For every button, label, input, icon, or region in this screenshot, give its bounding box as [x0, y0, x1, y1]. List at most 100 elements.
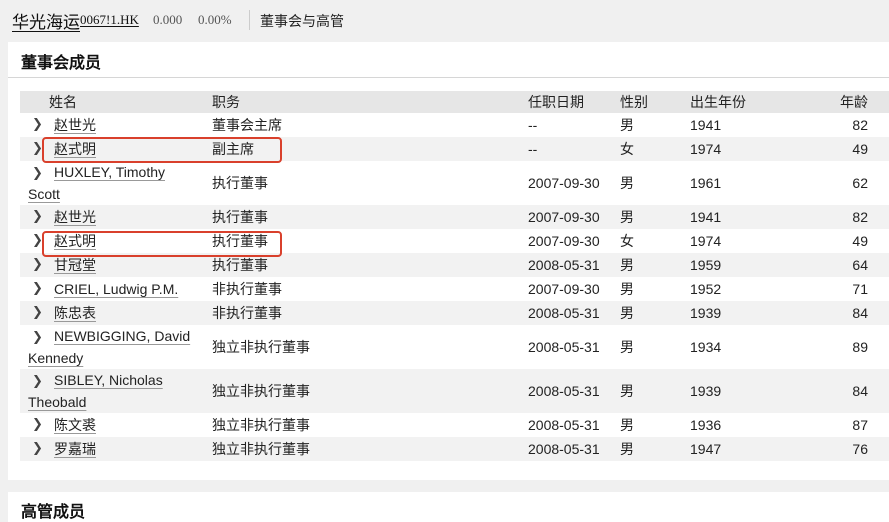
cell-age: 49 — [830, 137, 889, 161]
person-name-link[interactable]: CRIEL, Ludwig P.M. — [20, 278, 204, 300]
cell-position: 独立非执行董事 — [204, 437, 528, 461]
cell-age: 89 — [830, 325, 889, 369]
cell-date-text: 2007-09-30 — [528, 209, 600, 225]
cell-birth-year: 1941 — [690, 205, 830, 229]
cell-date: 2007-09-30 — [528, 161, 620, 205]
cell-sex: 男 — [620, 205, 690, 229]
table-row[interactable]: ❯ 赵世光 执行董事 2007-09-30 男 1941 82 — [20, 205, 889, 229]
cell-age: 84 — [830, 301, 889, 325]
cell-name: ❯ SIBLEY, Nicholas Theobald — [20, 369, 204, 413]
breadcrumb: 董事会与高管 — [260, 14, 344, 30]
cell-birth-year: 1974 — [690, 229, 830, 253]
chevron-right-icon[interactable]: ❯ — [32, 441, 43, 456]
cell-date-text: 2007-09-30 — [528, 281, 600, 297]
panel-title: 董事会成员 — [21, 55, 102, 72]
cell-birth-year-text: 1952 — [690, 281, 722, 297]
column-header-birth-year: 出生年份 — [690, 91, 830, 113]
cell-name: ❯ 陈忠表 — [20, 301, 204, 325]
cell-date: 2008-05-31 — [528, 413, 620, 437]
person-name-link[interactable]: 甘冠堂 — [20, 254, 204, 276]
table-row[interactable]: ❯ 陈忠表 非执行董事 2008-05-31 男 1939 84 — [20, 301, 889, 325]
cell-name: ❯ 罗嘉瑞 — [20, 437, 204, 461]
cell-birth-year-text: 1959 — [690, 257, 722, 273]
cell-age-text: 89 — [852, 339, 868, 355]
executives-panel: 高管成员 — [8, 492, 889, 522]
table-row[interactable]: ❯ 陈文裘 独立非执行董事 2008-05-31 男 1936 87 — [20, 413, 889, 437]
chevron-right-icon[interactable]: ❯ — [32, 166, 43, 181]
cell-sex: 男 — [620, 277, 690, 301]
chevron-right-icon[interactable]: ❯ — [32, 257, 43, 272]
chevron-right-icon[interactable]: ❯ — [32, 330, 43, 345]
cell-date: 2008-05-31 — [528, 437, 620, 461]
stock-change-pct: 0.00% — [198, 12, 232, 27]
cell-age-text: 87 — [852, 417, 868, 433]
cell-position: 董事会主席 — [204, 113, 528, 137]
cell-date-text: 2008-05-31 — [528, 339, 600, 355]
table-row[interactable]: ❯ HUXLEY, Timothy Scott 执行董事 2007-09-30 男 1961… — [20, 161, 889, 205]
cell-age-text: 49 — [852, 141, 868, 157]
person-name-link[interactable]: SIBLEY, Nicholas Theobald — [20, 369, 204, 413]
cell-birth-year: 1947 — [690, 437, 830, 461]
highlight-box — [42, 231, 282, 257]
cell-position-text: 独立非执行董事 — [212, 441, 310, 457]
person-name-link[interactable]: 陈文裘 — [20, 414, 204, 436]
cell-birth-year-text: 1961 — [690, 175, 722, 191]
cell-date: 2007-09-30 — [528, 277, 620, 301]
table-row[interactable]: ❯ CRIEL, Ludwig P.M. 非执行董事 2007-09-30 男 1952 7… — [20, 277, 889, 301]
cell-birth-year-text: 1936 — [690, 417, 722, 433]
chevron-right-icon[interactable]: ❯ — [32, 374, 43, 389]
table-row[interactable]: ❯ NEWBIGGING, David Kennedy 独立非执行董事 2008-05-… — [20, 325, 889, 369]
table-row[interactable]: ❯ 赵世光 董事会主席 -- 男 1941 82 — [20, 113, 889, 137]
cell-position-text: 独立非执行董事 — [212, 417, 310, 433]
cell-position-text: 执行董事 — [212, 257, 268, 273]
cell-date: 2008-05-31 — [528, 369, 620, 413]
panel-divider — [8, 77, 889, 78]
cell-date-text: 2008-05-31 — [528, 383, 600, 399]
cell-age-text: 82 — [852, 117, 868, 133]
cell-date-text: 2008-05-31 — [528, 305, 600, 321]
table-row[interactable]: ❯ 罗嘉瑞 独立非执行董事 2008-05-31 男 1947 76 — [20, 437, 889, 461]
cell-sex-text: 男 — [620, 383, 634, 399]
cell-age-text: 84 — [852, 383, 868, 399]
person-name-link[interactable]: HUXLEY, Timothy Scott — [20, 161, 204, 205]
cell-position: 独立非执行董事 — [204, 369, 528, 413]
cell-position: 执行董事 — [204, 205, 528, 229]
cell-sex: 女 — [620, 137, 690, 161]
person-name-line2: Theobald — [28, 394, 87, 410]
table-row[interactable]: ❯ SIBLEY, Nicholas Theobald 独立非执行董事 2008-05-… — [20, 369, 889, 413]
stock-code-link[interactable]: 0067!1.HK — [80, 12, 139, 28]
cell-date-text: 2008-05-31 — [528, 441, 600, 457]
cell-birth-year-text: 1947 — [690, 441, 722, 457]
cell-sex: 男 — [620, 437, 690, 461]
column-header-age: 年龄 — [830, 91, 889, 113]
stock-price: 0.000 — [153, 12, 183, 27]
company-name-link[interactable]: 华光海运 — [12, 8, 80, 33]
chevron-right-icon[interactable]: ❯ — [32, 209, 43, 224]
cell-date-text: 2007-09-30 — [528, 233, 600, 249]
person-name-link[interactable]: NEWBIGGING, David Kennedy — [20, 325, 204, 369]
cell-age-text: 76 — [852, 441, 868, 457]
stock-header: 华光海运 0067!1.HK 0.000 0.00% 董事会与高管 — [0, 0, 889, 40]
cell-birth-year-text: 1941 — [690, 117, 722, 133]
chevron-right-icon[interactable]: ❯ — [32, 117, 43, 132]
cell-birth-year-text: 1974 — [690, 141, 722, 157]
person-name-line1: HUXLEY, Timothy — [54, 164, 166, 180]
cell-date: 2007-09-30 — [528, 229, 620, 253]
person-name-line1: NEWBIGGING, David — [54, 328, 191, 344]
chevron-right-icon[interactable]: ❯ — [32, 305, 43, 320]
chevron-right-icon[interactable]: ❯ — [32, 417, 43, 432]
cell-sex-text: 女 — [620, 141, 634, 157]
cell-birth-year: 1974 — [690, 137, 830, 161]
chevron-right-icon[interactable]: ❯ — [32, 281, 43, 296]
cell-name: ❯ 陈文裘 — [20, 413, 204, 437]
person-name-link[interactable]: 罗嘉瑞 — [20, 438, 204, 460]
person-name-link[interactable]: 赵世光 — [20, 206, 204, 228]
cell-sex: 男 — [620, 413, 690, 437]
cell-position-text: 非执行董事 — [212, 281, 282, 297]
cell-date: 2007-09-30 — [528, 205, 620, 229]
cell-age: 87 — [830, 413, 889, 437]
person-name-link[interactable]: 陈忠表 — [20, 302, 204, 324]
table-header-row: 姓名 职务 任职日期 性别 出生年份 年龄 — [20, 91, 889, 113]
cell-sex-text: 男 — [620, 417, 634, 433]
person-name-link[interactable]: 赵世光 — [20, 114, 204, 136]
